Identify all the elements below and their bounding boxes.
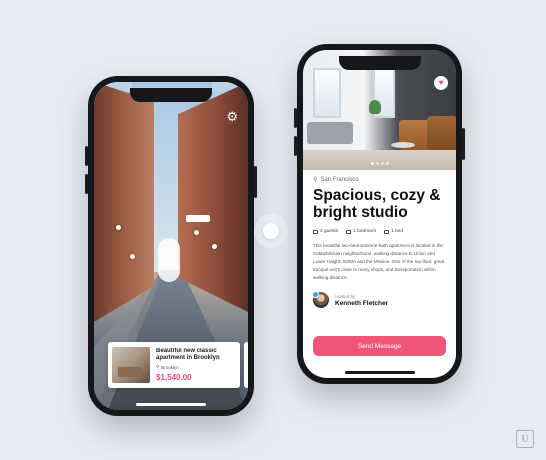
volume-button [85, 174, 88, 194]
notch [130, 88, 212, 102]
amenity-beds: 1 bed [391, 229, 404, 234]
building-left [94, 82, 154, 322]
host-name: Kenneth Fletcher [335, 299, 389, 307]
avatar[interactable] [312, 291, 329, 308]
pager-dot[interactable] [263, 223, 279, 239]
pin-icon: ⚲ [313, 177, 318, 183]
listing-thumbnail [112, 347, 150, 383]
ar-point[interactable] [212, 244, 217, 249]
coffee-table [391, 142, 415, 148]
send-message-button[interactable]: Send Message [313, 336, 446, 356]
pager-control[interactable] [254, 214, 288, 248]
host-label: Hosted by [335, 293, 356, 299]
power-button [462, 128, 465, 160]
gallery-dot[interactable] [375, 162, 379, 165]
bed-icon [346, 229, 352, 234]
detail-phone: ♥ ⚲ San Francisco Spacious, cozy & brigh… [294, 44, 465, 384]
listing-title: Beautiful new classic apartment in Brook… [156, 348, 220, 361]
ar-point[interactable] [194, 230, 199, 235]
watermark-logo: U [516, 430, 534, 448]
listing-details: ⚲ San Francisco Spacious, cozy & bright … [312, 176, 446, 308]
amenity-bedrooms: 1 bedroom [353, 229, 377, 234]
next-listing-card[interactable] [244, 342, 248, 388]
home-indicator [136, 403, 206, 406]
listing-location: Brooklyn [161, 364, 179, 370]
volume-button [85, 146, 88, 166]
listing-card[interactable]: Beautiful new classic apartment in Brook… [108, 342, 240, 388]
listing-city: San Francisco [320, 176, 359, 183]
bed-icon [384, 229, 390, 234]
gear-icon[interactable]: ⚙ [226, 110, 238, 123]
armchair [427, 116, 456, 150]
gallery-dot[interactable] [385, 162, 389, 165]
pin-icon: ⚲ [156, 364, 160, 369]
power-button [254, 166, 257, 198]
listing-price: $1,540.00 [156, 373, 192, 382]
explore-screen: ⚙ Beautiful new classic apartment in Bro… [94, 82, 248, 410]
user-icon [313, 229, 318, 234]
gallery-dot[interactable] [380, 162, 384, 165]
gallery-dot[interactable] [370, 162, 374, 165]
notch [338, 56, 421, 70]
explore-phone: ⚙ Beautiful new classic apartment in Bro… [85, 76, 257, 416]
ar-point[interactable] [130, 254, 135, 259]
listing-description: This beautiful two-bedroom/one-bath apar… [313, 243, 445, 280]
window [313, 68, 341, 118]
ar-tag[interactable] [186, 215, 210, 222]
heart-icon[interactable]: ♥ [434, 76, 448, 90]
amenity-guests: 2 guests [320, 229, 339, 234]
detail-screen: ♥ ⚲ San Francisco Spacious, cozy & brigh… [303, 50, 456, 378]
ar-marker[interactable] [158, 238, 180, 282]
sofa [307, 122, 353, 144]
gallery-dots[interactable] [370, 162, 389, 165]
volume-button [294, 136, 297, 156]
home-indicator [344, 371, 415, 374]
plant [369, 100, 381, 114]
volume-button [294, 108, 297, 128]
floor [303, 150, 456, 170]
host-info[interactable]: Hosted by Kenneth Fletcher [312, 291, 446, 308]
amenities: 2 guests 1 bedroom 1 bed [313, 229, 446, 234]
listing-heading: Spacious, cozy & bright studio [313, 187, 441, 221]
ar-point[interactable] [116, 225, 121, 230]
